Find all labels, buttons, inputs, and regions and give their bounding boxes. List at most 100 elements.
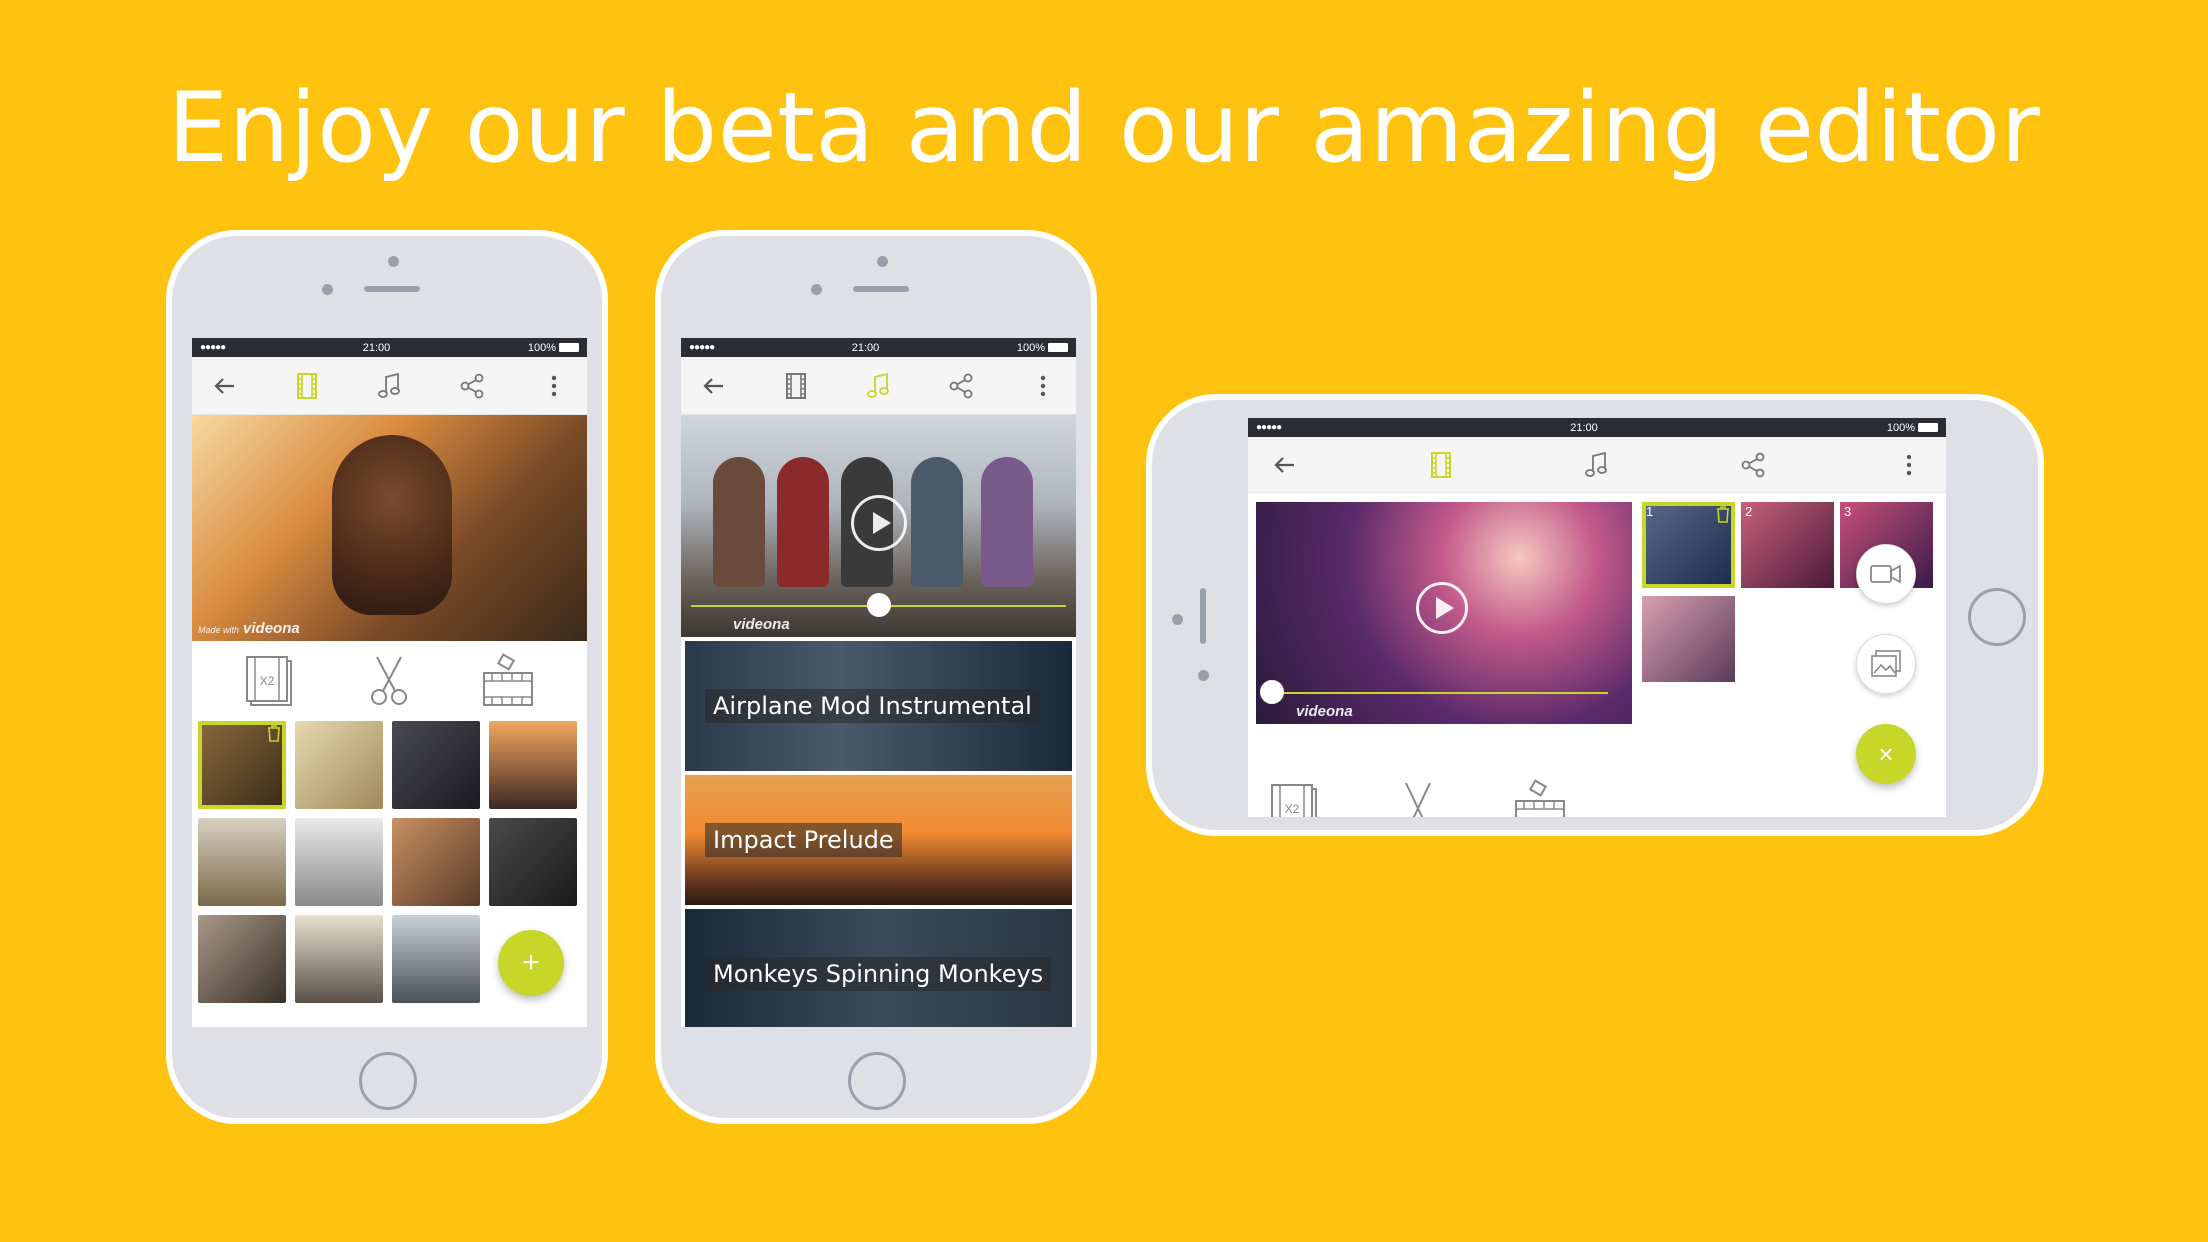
clip-thumbnail[interactable]: [295, 818, 383, 906]
add-clip-button[interactable]: +: [498, 930, 564, 996]
clip-thumbnail[interactable]: [489, 818, 577, 906]
music-track[interactable]: Airplane Mod Instrumental: [685, 641, 1072, 771]
clip-thumbnail[interactable]: [295, 721, 383, 809]
duplicate-clip-icon[interactable]: [1512, 779, 1568, 817]
video-camera-icon: [1870, 564, 1901, 584]
clip-number: 2: [1745, 504, 1753, 519]
video-preview[interactable]: Made with videona: [192, 415, 587, 641]
close-menu-button[interactable]: ×: [1856, 724, 1916, 784]
front-camera: [1172, 614, 1183, 625]
trash-icon[interactable]: [266, 724, 282, 742]
earpiece: [853, 286, 909, 292]
clip-thumbnail[interactable]: [295, 915, 383, 1003]
film-icon[interactable]: [292, 371, 322, 401]
scrub-handle[interactable]: [867, 593, 891, 617]
clip-thumbnail[interactable]: [198, 915, 286, 1003]
signal-indicator: ●●●●●: [689, 342, 715, 353]
track-title: Airplane Mod Instrumental: [705, 689, 1040, 723]
clip-number: 1: [1646, 504, 1654, 519]
battery-icon: [559, 343, 579, 353]
more-vert-icon[interactable]: [539, 371, 569, 401]
scrub-handle[interactable]: [1260, 680, 1284, 704]
status-bar: ●●●●● 21:00 100%: [681, 338, 1076, 357]
status-time: 21:00: [1570, 421, 1598, 434]
proximity-sensor: [322, 284, 333, 295]
play-button[interactable]: [1416, 582, 1468, 634]
battery-percent: 100%: [527, 341, 556, 354]
signal-indicator: ●●●●●: [1256, 422, 1282, 433]
phone-editor-landscape: ●●●●● 21:00 100% videona 1 2 3 × X2: [1146, 394, 2044, 836]
speed-icon[interactable]: X2: [243, 653, 299, 709]
clip-thumbnail[interactable]: [392, 721, 480, 809]
gallery-icon: [1871, 650, 1901, 677]
share-icon[interactable]: [946, 371, 976, 401]
watermark: videona: [1296, 703, 1353, 720]
clip-thumbnail[interactable]: [198, 721, 286, 809]
more-vert-icon[interactable]: [1894, 450, 1924, 480]
status-time: 21:00: [362, 341, 391, 354]
clip-thumbnail[interactable]: [198, 818, 286, 906]
trash-icon[interactable]: [1715, 505, 1731, 523]
battery-percent: 100%: [1886, 421, 1915, 434]
film-icon[interactable]: [1426, 450, 1456, 480]
play-button[interactable]: [851, 495, 907, 551]
earpiece: [1200, 588, 1206, 644]
duplicate-clip-icon[interactable]: [480, 653, 536, 709]
battery-icon: [1048, 343, 1068, 353]
more-vert-icon[interactable]: [1028, 371, 1058, 401]
watermark: Made with videona: [198, 620, 300, 637]
music-note-icon[interactable]: [1582, 450, 1612, 480]
share-icon[interactable]: [457, 371, 487, 401]
status-bar: ●●●●● 21:00 100%: [1248, 418, 1946, 437]
home-button[interactable]: [848, 1052, 906, 1110]
earpiece: [364, 286, 420, 292]
home-button[interactable]: [359, 1052, 417, 1110]
clip-thumbnail[interactable]: [489, 721, 577, 809]
clip-thumbnail[interactable]: [392, 915, 480, 1003]
speed-badge: X2: [260, 674, 275, 688]
scissors-icon[interactable]: [1390, 779, 1446, 817]
clip-thumbnail[interactable]: 1: [1642, 502, 1735, 588]
phone-editor-clips: ●●●●● 21:00 100% Made with videona X2 +: [166, 230, 608, 1124]
toolbar: [192, 357, 587, 415]
front-camera: [877, 256, 888, 267]
scrub-bar[interactable]: [1268, 692, 1608, 694]
editor-tools: X2: [1268, 734, 1568, 817]
video-preview[interactable]: videona: [681, 415, 1076, 637]
track-title: Impact Prelude: [705, 823, 902, 857]
share-icon[interactable]: [1738, 450, 1768, 480]
music-note-icon[interactable]: [375, 371, 405, 401]
screen: ●●●●● 21:00 100%: [1248, 418, 1946, 817]
video-preview[interactable]: videona: [1256, 502, 1632, 724]
editor-tools: X2: [192, 641, 587, 721]
proximity-sensor: [811, 284, 822, 295]
preview-subject: [332, 435, 452, 615]
home-button[interactable]: [1968, 588, 2026, 646]
status-time: 21:00: [851, 341, 880, 354]
back-arrow-icon[interactable]: [210, 371, 240, 401]
speed-badge: X2: [1285, 802, 1300, 816]
music-track[interactable]: Impact Prelude: [685, 775, 1072, 905]
screen: ●●●●● 21:00 100%: [681, 338, 1076, 1027]
toolbar: [681, 357, 1076, 415]
landscape-body: videona 1 2 3 × X2: [1248, 494, 1946, 817]
music-note-icon[interactable]: [864, 371, 894, 401]
clip-number: 3: [1844, 504, 1852, 519]
import-gallery-button[interactable]: [1856, 634, 1916, 694]
front-camera: [388, 256, 399, 267]
proximity-sensor: [1198, 670, 1209, 681]
battery-percent: 100%: [1016, 341, 1045, 354]
track-title: Monkeys Spinning Monkeys: [705, 957, 1052, 991]
back-arrow-icon[interactable]: [699, 371, 729, 401]
clip-thumbnail[interactable]: [392, 818, 480, 906]
scissors-icon[interactable]: [361, 653, 417, 709]
clip-thumbnail[interactable]: 2: [1741, 502, 1834, 588]
back-arrow-icon[interactable]: [1270, 450, 1300, 480]
clip-thumbnail[interactable]: [1642, 596, 1735, 682]
status-bar: ●●●●● 21:00 100%: [192, 338, 587, 357]
signal-indicator: ●●●●●: [200, 342, 226, 353]
record-video-button[interactable]: [1856, 544, 1916, 604]
film-icon[interactable]: [781, 371, 811, 401]
music-track[interactable]: Monkeys Spinning Monkeys: [685, 909, 1072, 1027]
speed-icon[interactable]: X2: [1268, 779, 1324, 817]
